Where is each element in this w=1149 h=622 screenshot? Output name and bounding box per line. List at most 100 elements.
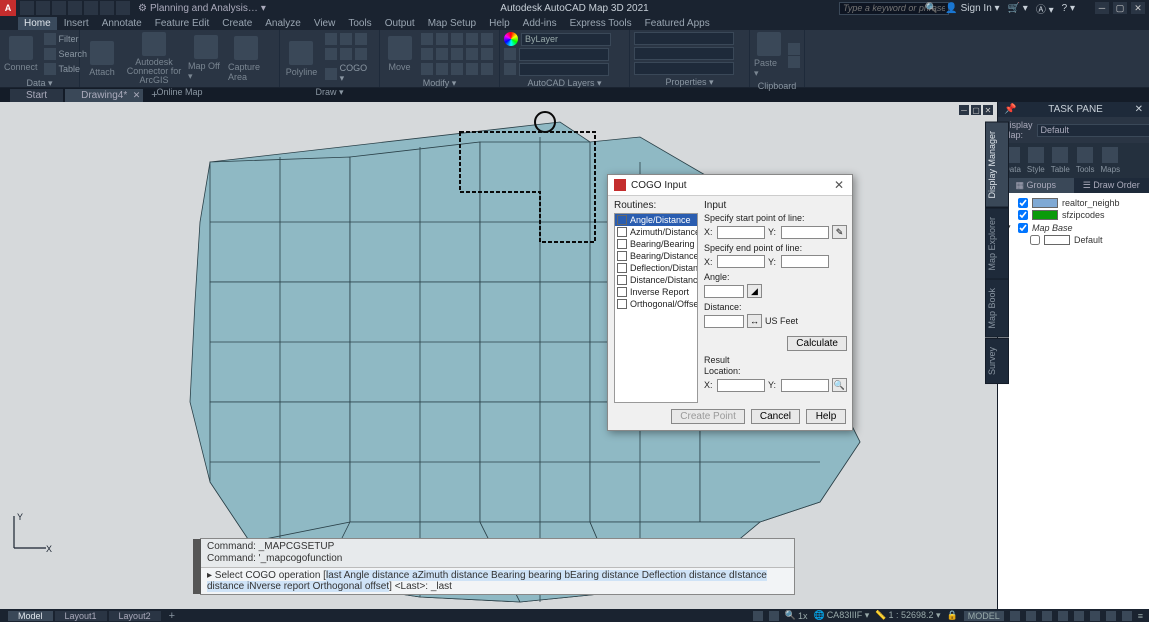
routine-item[interactable]: Deflection/Distance <box>615 262 697 274</box>
app-logo[interactable]: A <box>0 0 16 16</box>
sidetab-display-manager[interactable]: Display Manager <box>985 122 1009 208</box>
layer-row[interactable]: Default <box>1000 234 1147 246</box>
mapbase-row[interactable]: ▾ Map Base <box>1000 221 1147 234</box>
dialog-close-button[interactable]: ✕ <box>832 178 846 192</box>
cut-button[interactable] <box>788 43 800 55</box>
tab-insert[interactable]: Insert <box>58 17 95 30</box>
prop-combo-1[interactable] <box>634 32 734 45</box>
mapbase-checkbox[interactable] <box>1018 223 1028 233</box>
tp-tool-tools[interactable]: Tools <box>1076 147 1095 174</box>
dialog-titlebar[interactable]: COGO Input ✕ <box>608 175 852 196</box>
layout-tab-model[interactable]: Model <box>8 611 53 621</box>
sb-menu-icon[interactable]: ≡ <box>1138 611 1143 621</box>
start-y-input[interactable] <box>781 226 829 239</box>
tab-tools[interactable]: Tools <box>342 17 377 30</box>
qat-undo-icon[interactable] <box>100 1 114 15</box>
sb-tool-4[interactable] <box>1058 611 1068 621</box>
tp-tool-maps[interactable]: Maps <box>1101 147 1121 174</box>
close-button[interactable]: ✕ <box>1131 2 1145 14</box>
calculate-button[interactable]: Calculate <box>787 336 847 351</box>
routine-item[interactable]: Distance/Distance <box>615 274 697 286</box>
sb-scale[interactable]: 📏 1 : 52698.2 ▾ <box>875 610 940 621</box>
sb-tool-3[interactable] <box>1042 611 1052 621</box>
polyline-button[interactable]: Polyline <box>284 41 319 77</box>
map-off-button[interactable]: Map Off ▾ <box>188 35 224 82</box>
layer-swatch[interactable] <box>1044 235 1070 245</box>
sb-grid-icon[interactable] <box>753 611 763 621</box>
sb-lock-icon[interactable]: 🔒 <box>947 610 958 621</box>
tp-tool-table[interactable]: Table <box>1051 147 1070 174</box>
doctab-close-icon[interactable]: ✕ <box>133 90 141 101</box>
routine-item[interactable]: Orthogonal/Offset <box>615 298 697 310</box>
pick-start-point-button[interactable]: ✎ <box>832 225 847 239</box>
qat-saveas-icon[interactable] <box>68 1 82 15</box>
draw-tool-2[interactable] <box>323 47 375 61</box>
paste-button[interactable]: Paste ▾ <box>754 32 784 79</box>
cancel-button[interactable]: Cancel <box>751 409 800 424</box>
help-icon[interactable]: ? ▾ <box>1062 3 1075 14</box>
prop-combo-3[interactable] <box>634 62 734 75</box>
doctab-drawing[interactable]: Drawing4*✕ <box>65 89 143 102</box>
result-x-input[interactable] <box>717 379 765 392</box>
lineweight-combo[interactable] <box>519 63 609 76</box>
command-line[interactable]: Command: _MAPCGSETUP Command: '_mapcogof… <box>200 538 795 595</box>
cogo-dropdown[interactable]: COGO ▾ <box>323 62 375 85</box>
sidetab-survey[interactable]: Survey <box>985 338 1009 384</box>
result-y-input[interactable] <box>781 379 829 392</box>
tab-output[interactable]: Output <box>379 17 421 30</box>
layer-row[interactable]: sfzipcodes <box>1000 209 1147 221</box>
sidetab-map-book[interactable]: Map Book <box>985 279 1009 338</box>
end-y-input[interactable] <box>781 255 829 268</box>
maximize-button[interactable]: ▢ <box>1113 2 1127 14</box>
tab-map-setup[interactable]: Map Setup <box>422 17 482 30</box>
arcgis-button[interactable]: Autodesk Connector for ArcGIS <box>124 32 184 85</box>
draw-tool-1[interactable] <box>323 32 375 46</box>
signin-button[interactable]: 👤 Sign In ▾ <box>945 3 999 14</box>
layout-tab-2[interactable]: Layout2 <box>109 611 161 621</box>
distance-input[interactable] <box>704 315 744 328</box>
attach-button[interactable]: Attach <box>84 41 120 77</box>
linetype-combo[interactable] <box>519 48 609 61</box>
routine-item[interactable]: Azimuth/Distance <box>615 226 697 238</box>
search-icon[interactable]: 🔍 <box>925 3 937 14</box>
layer-row[interactable]: realtor_neighb <box>1000 197 1147 209</box>
taskpane-close-icon[interactable]: ✕ <box>1135 104 1143 115</box>
panel-label-properties[interactable]: Properties ▾ <box>634 75 745 89</box>
displaymap-combo[interactable] <box>1037 124 1149 137</box>
app-menu-icon[interactable]: Ⓐ ▾ <box>1036 1 1054 16</box>
pin-icon[interactable]: 📌 <box>1004 104 1016 115</box>
tab-home[interactable]: Home <box>18 17 57 30</box>
qat-new-icon[interactable] <box>20 1 34 15</box>
tab-addins[interactable]: Add-ins <box>517 17 563 30</box>
cmdline-prompt[interactable]: ▸ Select COGO operation [last Angle dist… <box>201 567 794 594</box>
modify-row3[interactable] <box>419 62 495 76</box>
layer-combo[interactable] <box>521 33 611 46</box>
help-button[interactable]: Help <box>806 409 846 424</box>
layer-tool-1[interactable] <box>504 48 516 60</box>
panel-label-modify[interactable]: Modify ▾ <box>384 76 495 90</box>
pick-angle-button[interactable]: ◢ <box>747 284 762 298</box>
routine-item[interactable]: Bearing/Bearing <box>615 238 697 250</box>
sb-tool-5[interactable] <box>1074 611 1084 621</box>
move-button[interactable]: Move <box>384 36 415 72</box>
sb-model-toggle[interactable]: MODEL <box>964 611 1004 621</box>
sb-tool-7[interactable] <box>1106 611 1116 621</box>
qat-save-icon[interactable] <box>52 1 66 15</box>
vp-close[interactable]: ✕ <box>983 105 993 115</box>
tab-express-tools[interactable]: Express Tools <box>564 17 638 30</box>
angle-input[interactable] <box>704 285 744 298</box>
tp-tab-draworder[interactable]: ☰ Draw Order <box>1074 178 1149 193</box>
modify-row2[interactable] <box>419 47 495 61</box>
tab-feature-edit[interactable]: Feature Edit <box>149 17 215 30</box>
sidetab-map-explorer[interactable]: Map Explorer <box>985 208 1009 280</box>
cart-icon[interactable]: 🛒 ▾ <box>1008 3 1028 14</box>
doctab-start[interactable]: Start <box>10 89 63 102</box>
tp-tool-style[interactable]: Style <box>1027 147 1045 174</box>
cmdline-drag-handle[interactable] <box>193 539 201 594</box>
vp-minimize[interactable]: ─ <box>959 105 969 115</box>
tab-featured-apps[interactable]: Featured Apps <box>639 17 716 30</box>
copy-button[interactable] <box>788 56 800 68</box>
layout-add-button[interactable]: + <box>163 610 181 622</box>
vp-maximize[interactable]: ▢ <box>971 105 981 115</box>
tab-help[interactable]: Help <box>483 17 516 30</box>
